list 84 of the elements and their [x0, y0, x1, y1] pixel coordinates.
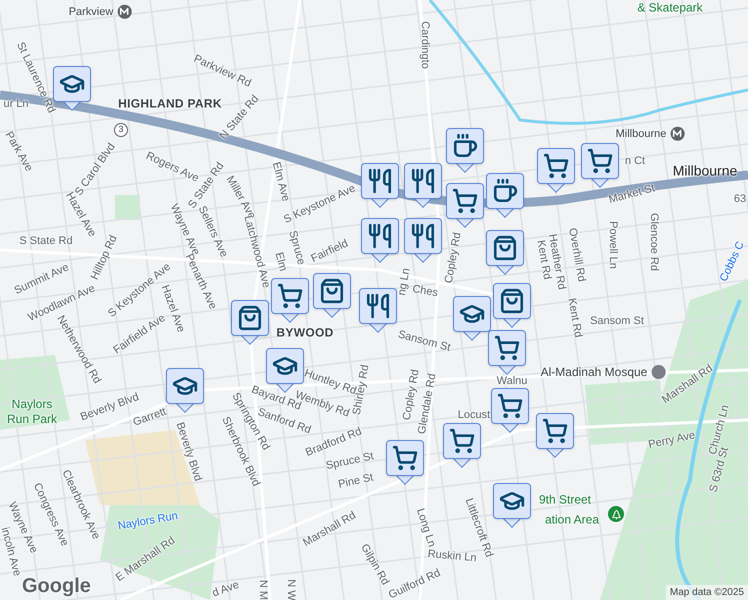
street-label: Elm Ave [268, 160, 292, 204]
coffee-cup-icon [492, 178, 518, 204]
map-pin[interactable] [166, 368, 204, 412]
shopping-bag-icon [492, 235, 518, 261]
shopping-cart-icon [542, 418, 568, 444]
map-pin[interactable] [581, 143, 619, 187]
area-label: Millbourne [672, 162, 738, 180]
shopping-cart-icon [452, 188, 478, 214]
street-label: 63 [734, 193, 746, 207]
shopping-cart-icon [277, 283, 303, 309]
map-attribution: Map data ©2025 [666, 585, 748, 600]
street-label: Walnu [496, 375, 528, 389]
map-pin[interactable] [493, 283, 531, 327]
street-label: N M [256, 580, 269, 600]
map-pin[interactable] [536, 413, 574, 457]
street-label: Powell Ln [606, 221, 619, 269]
park-label: 9th Street [538, 492, 592, 508]
shopping-cart-icon [494, 335, 520, 361]
coffee-cup-icon [452, 133, 478, 159]
street-label: Long Ln [412, 506, 438, 550]
map-pin[interactable] [313, 273, 351, 317]
street-label: Copley Rd [442, 232, 464, 284]
street-label: Ches [411, 283, 439, 301]
map-pin[interactable] [361, 218, 399, 262]
fork-knife-icon [410, 223, 436, 249]
shopping-cart-icon [587, 148, 613, 174]
park-label: ation Area [544, 512, 600, 528]
street-label: Kent Rd [564, 297, 584, 339]
fork-knife-icon [367, 168, 393, 194]
street-label: Spruce St [324, 450, 376, 474]
map-pin[interactable] [486, 230, 524, 274]
street-label: Overhill Rd [566, 227, 588, 283]
street-label: d Ave [210, 578, 242, 600]
map-pin[interactable] [404, 218, 442, 262]
map-pin[interactable] [359, 288, 397, 332]
place-label: Al-Madinah Mosque [540, 364, 648, 381]
shopping-cart-icon [543, 153, 569, 179]
street-label: Copley Rd [400, 368, 422, 422]
street-label: Ruskin Ln [427, 548, 477, 566]
map-pin[interactable] [446, 128, 484, 172]
map-pin[interactable] [443, 423, 481, 467]
fork-knife-icon [367, 223, 393, 249]
park-label: & Skatepark [637, 0, 703, 16]
map-pin[interactable] [361, 163, 399, 207]
street-label: ng Ln [396, 267, 413, 297]
map-pin[interactable] [404, 163, 442, 207]
street-label: Beverly Blvd [172, 420, 204, 484]
map-pin[interactable] [488, 330, 526, 374]
shopping-cart-icon [497, 393, 523, 419]
street-label: Glencoe Rd [646, 212, 660, 272]
shopping-cart-icon [392, 445, 418, 471]
map-pin[interactable] [231, 300, 269, 344]
street-label: n Ct [624, 155, 646, 169]
street-label: Sansom St [396, 328, 452, 356]
street-label: S State Rd [19, 235, 73, 249]
area-label: BYWOOD [276, 326, 334, 340]
fork-knife-icon [365, 293, 391, 319]
map-pin[interactable] [493, 483, 531, 527]
map-pin[interactable] [491, 388, 529, 432]
street-label: Market St [607, 182, 657, 208]
street-label: Sansom St [590, 315, 644, 329]
shopping-bag-icon [319, 278, 345, 304]
shopping-cart-icon [449, 428, 475, 454]
park-label: Naylors Run Park [6, 397, 58, 427]
place-label: Parkview [68, 4, 114, 20]
fork-knife-icon [410, 168, 436, 194]
street-label: Garrett [132, 406, 168, 430]
map-pin[interactable] [271, 278, 309, 322]
street-label: Cardingto [418, 21, 431, 69]
map-pin[interactable] [453, 296, 491, 340]
street-label: Perry Ave [647, 429, 697, 453]
map-pin[interactable] [486, 173, 524, 217]
map-logo: Google [22, 574, 91, 599]
map-pin[interactable] [386, 440, 424, 484]
street-label: Pine St [337, 472, 375, 492]
area-label: HIGHLAND PARK [118, 96, 222, 112]
shopping-bag-icon [237, 305, 263, 331]
shopping-bag-icon [499, 288, 525, 314]
street-label: Locust [458, 409, 490, 423]
map-pin[interactable] [537, 148, 575, 192]
creek-label: Naylors Run [117, 510, 179, 534]
map-pin[interactable] [446, 183, 484, 227]
place-label: Millbourne [616, 126, 666, 142]
creek-label: Cobbs C [718, 240, 748, 284]
